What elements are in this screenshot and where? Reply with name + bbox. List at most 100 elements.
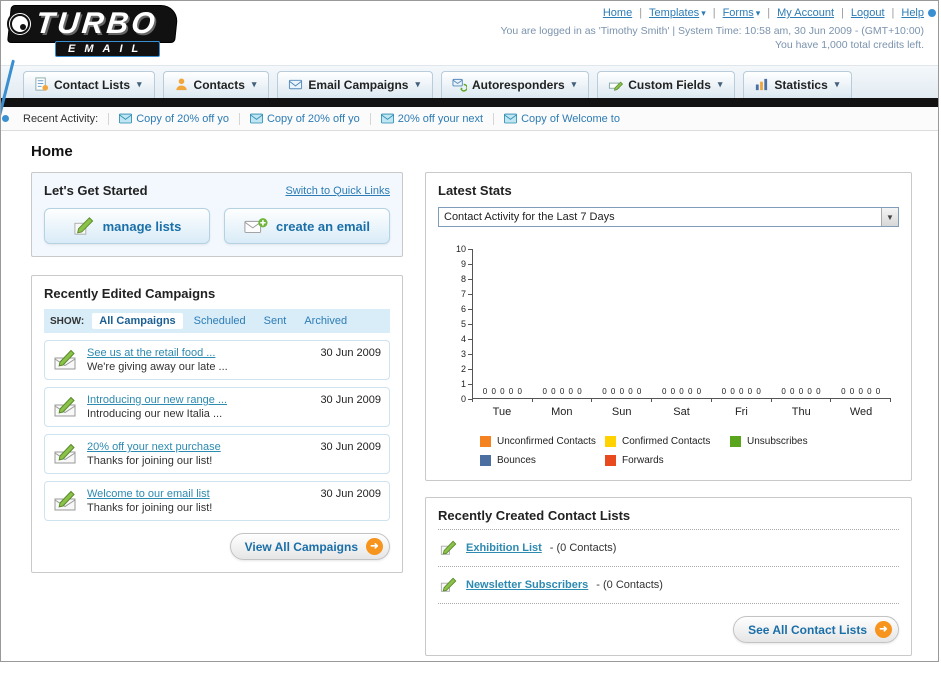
email-icon [119,113,133,124]
campaign-title-link[interactable]: See us at the retail food ... [87,347,215,359]
filter-scheduled[interactable]: Scheduled [187,313,253,329]
top-link-forms[interactable]: Forms [723,7,754,19]
top-link-home[interactable]: Home [603,7,632,19]
contact-activity-select-value: Contact Activity for the Last 7 Days [444,211,615,223]
tab-custom-fields[interactable]: Custom Fields ▾ [597,71,736,98]
header-blue-dot-decoration [928,9,936,17]
tab-contact-lists[interactable]: Contact Lists ▾ [23,71,155,98]
campaign-subtitle: Thanks for joining our list! [87,455,213,467]
campaign-row: Introducing our new range ... Introducin… [44,387,390,427]
chart-x-ticks [472,399,891,402]
turbo-email-logo[interactable]: TURBO EMAIL [7,5,179,57]
view-all-campaigns-label: View All Campaigns [244,539,358,554]
logo-swoosh-dot [2,115,9,122]
recent-activity-link[interactable]: Copy of 20% off yo [136,113,229,125]
chevron-down-icon: ▾ [571,79,577,89]
campaign-title-link[interactable]: Introducing our new range ... [87,394,227,406]
custom-fields-icon [609,81,624,91]
create-email-button[interactable]: create an email [224,208,390,244]
recent-activity-item[interactable]: Copy of 20% off yo [108,112,239,125]
tab-email-campaigns[interactable]: Email Campaigns ▾ [277,71,433,98]
get-started-title: Let's Get Started [44,183,148,198]
recent-activity-link[interactable]: Copy of 20% off yo [267,113,360,125]
campaigns-filter-bar: SHOW: All Campaigns Scheduled Sent Archi… [44,309,390,333]
main-nav: Contact Lists ▾ Contacts ▾ Email Campaig… [1,65,938,98]
show-label: SHOW: [50,315,85,327]
campaign-title-link[interactable]: 20% off your next purchase [87,441,221,453]
campaign-subtitle: Thanks for joining our list! [87,502,213,514]
pencil-icon [440,540,457,555]
chart-day-label: Sun [611,406,632,418]
legend-item: Unconfirmed Contacts [480,436,605,447]
header-right: Home Templates▾ Forms▾ My Account Logout… [500,7,936,51]
chart-plot-area: 0 0 0 0 0 0 0 0 0 0 0 0 0 0 0 0 0 0 0 0 0 0 … [472,249,891,399]
campaign-date: 30 Jun 2009 [320,347,381,359]
email-icon [504,113,518,124]
manage-lists-button[interactable]: manage lists [44,208,210,244]
contact-list-count: - (0 Contacts) [549,542,617,554]
top-link-templates[interactable]: Templates [649,7,699,19]
tab-autoresponders[interactable]: Autoresponders ▾ [440,71,590,98]
tab-label: Custom Fields [628,77,711,92]
chart-value-group: 0 0 0 0 0 [721,387,762,396]
recent-activity-item[interactable]: Copy of 20% off yo [238,112,370,125]
app-window: TURBO EMAIL Home Templates▾ Forms▾ My Ac… [0,0,939,662]
switch-quick-links-link[interactable]: Switch to Quick Links [285,185,390,197]
campaign-row: See us at the retail food ... We're givi… [44,340,390,380]
chart-legend: Unconfirmed Contacts Confirmed Contacts Un… [480,436,891,466]
campaign-date: 30 Jun 2009 [320,488,381,500]
campaign-title-link[interactable]: Welcome to our email list [87,488,210,500]
arrow-right-icon: ➜ [366,538,383,555]
top-link-my-account[interactable]: My Account [777,7,834,19]
pencil-icon [74,217,93,235]
header: TURBO EMAIL Home Templates▾ Forms▾ My Ac… [1,1,938,122]
latest-stats-panel: Latest Stats Contact Activity for the La… [425,172,912,481]
legend-label: Forwards [622,455,664,466]
campaign-subtitle: We're giving away our late ... [87,361,228,373]
contact-lists-icon [35,77,49,91]
recent-activity-link[interactable]: Copy of Welcome to [521,113,620,125]
recent-activity-link[interactable]: 20% off your next [398,113,483,125]
chevron-down-icon: ▾ [251,79,257,89]
recent-activity-item[interactable]: 20% off your next [369,112,493,125]
filter-archived[interactable]: Archived [297,313,354,329]
contact-list-link[interactable]: Exhibition List [466,542,542,554]
autoresponders-icon [452,78,467,92]
campaign-row: 20% off your next purchase Thanks for jo… [44,434,390,474]
chart-y-axis: 10 9 8 7 6 5 4 3 2 1 0 [446,245,472,404]
legend-item: Bounces [480,455,605,466]
legend-swatch [730,436,741,447]
tab-contacts[interactable]: Contacts ▾ [162,71,270,98]
chart-value-group: 0 0 0 0 0 [542,387,583,396]
legend-swatch [480,455,491,466]
legend-swatch [480,436,491,447]
filter-sent[interactable]: Sent [257,313,294,329]
contact-list-link[interactable]: Newsletter Subscribers [466,579,588,591]
chart-x-axis: Tue Mon Sun Sat Fri Thu Wed [472,406,891,418]
manage-lists-label: manage lists [102,218,182,234]
view-all-campaigns-button[interactable]: View All Campaigns ➜ [229,533,390,560]
recent-activity-bar: Recent Activity: Copy of 20% off yo Copy… [1,107,938,131]
campaigns-title: Recently Edited Campaigns [44,286,216,301]
edit-campaign-icon [54,443,76,464]
see-all-contact-lists-button[interactable]: See All Contact Lists ➜ [733,616,899,643]
chart-value-group: 0 0 0 0 0 [841,387,882,396]
top-link-help[interactable]: Help [901,7,924,19]
filter-all-campaigns[interactable]: All Campaigns [92,313,183,329]
edit-campaign-icon [54,490,76,511]
login-info: You are logged in as 'Timothy Smith' | S… [500,25,924,37]
campaign-subtitle: Introducing our new Italia ... [87,408,223,420]
pencil-icon [440,577,457,592]
top-link-logout[interactable]: Logout [851,7,885,19]
create-email-label: create an email [276,218,370,234]
legend-label: Bounces [497,455,536,466]
credits-info: You have 1,000 total credits left. [774,39,924,51]
chart-day-label: Mon [551,406,573,418]
recent-activity-item[interactable]: Copy of Welcome to [493,112,630,125]
chart-value-group: 0 0 0 0 0 [661,387,703,396]
tab-statistics[interactable]: Statistics ▾ [743,71,853,98]
email-campaigns-icon [289,79,303,90]
legend-swatch [605,455,616,466]
contact-activity-select[interactable]: Contact Activity for the Last 7 Days ▼ [438,207,899,227]
statistics-icon [756,78,768,91]
